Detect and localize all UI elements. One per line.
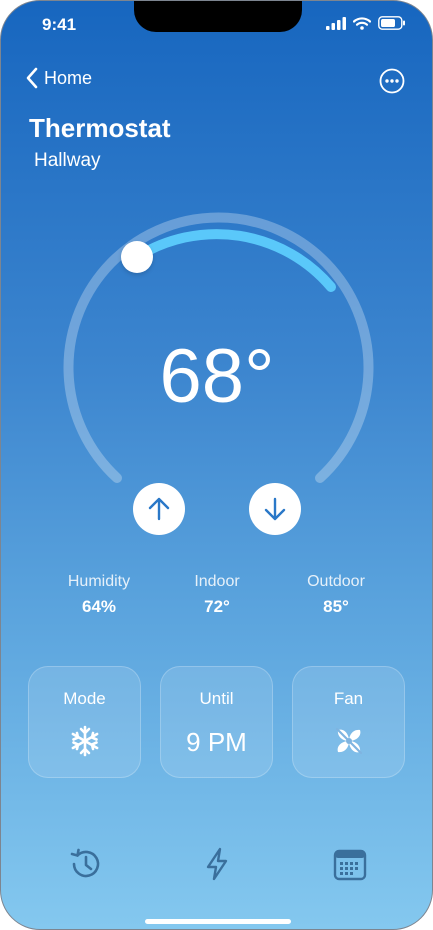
dial-knob[interactable] bbox=[121, 241, 153, 273]
more-options-icon[interactable] bbox=[379, 68, 405, 94]
outdoor-stat: Outdoor 85° bbox=[276, 573, 396, 617]
page-title: Thermostat bbox=[29, 113, 171, 143]
humidity-value: 64% bbox=[81, 597, 117, 616]
calendar-icon[interactable] bbox=[332, 846, 368, 882]
status-icons bbox=[326, 16, 406, 30]
room-name: Hallway bbox=[34, 150, 101, 171]
until-value: 9 PM bbox=[186, 727, 247, 757]
arrow-down-icon bbox=[264, 497, 286, 521]
current-temperature: 68° bbox=[159, 334, 275, 419]
until-label: Until bbox=[199, 689, 234, 708]
decrease-temperature-button[interactable] bbox=[249, 483, 301, 535]
cellular-signal-icon bbox=[326, 16, 346, 30]
notch bbox=[134, 1, 302, 32]
bolt-icon[interactable] bbox=[199, 846, 235, 882]
back-button[interactable]: Home bbox=[26, 67, 92, 89]
status-time: 9:41 bbox=[42, 15, 77, 34]
dial-progress-arc bbox=[132, 229, 336, 292]
until-tile[interactable]: Until 9 PM bbox=[160, 666, 273, 778]
arrow-up-icon bbox=[148, 497, 170, 521]
outdoor-label: Outdoor bbox=[307, 573, 365, 590]
humidity-label: Humidity bbox=[67, 573, 131, 590]
back-label: Home bbox=[44, 67, 93, 88]
phone-screen: 9:41 Home Thermostat Hallway 68° Humidit… bbox=[0, 0, 433, 930]
fan-label: Fan bbox=[333, 689, 364, 708]
outdoor-value: 85° bbox=[323, 597, 349, 616]
indoor-value: 72° bbox=[204, 597, 230, 616]
indoor-label: Indoor bbox=[194, 573, 240, 590]
wifi-icon bbox=[353, 16, 371, 30]
battery-icon bbox=[378, 16, 405, 30]
fan-tile[interactable]: Fan bbox=[292, 666, 405, 778]
humidity-stat: Humidity 64% bbox=[39, 573, 159, 617]
indoor-stat: Indoor 72° bbox=[157, 573, 277, 617]
increase-temperature-button[interactable] bbox=[133, 483, 185, 535]
home-indicator[interactable] bbox=[145, 919, 291, 924]
snowflake-icon bbox=[71, 725, 99, 757]
history-icon[interactable] bbox=[67, 846, 103, 882]
fan-icon bbox=[335, 727, 363, 755]
chevron-left-icon bbox=[26, 67, 38, 89]
mode-label: Mode bbox=[63, 689, 106, 708]
mode-tile[interactable]: Mode bbox=[28, 666, 141, 778]
